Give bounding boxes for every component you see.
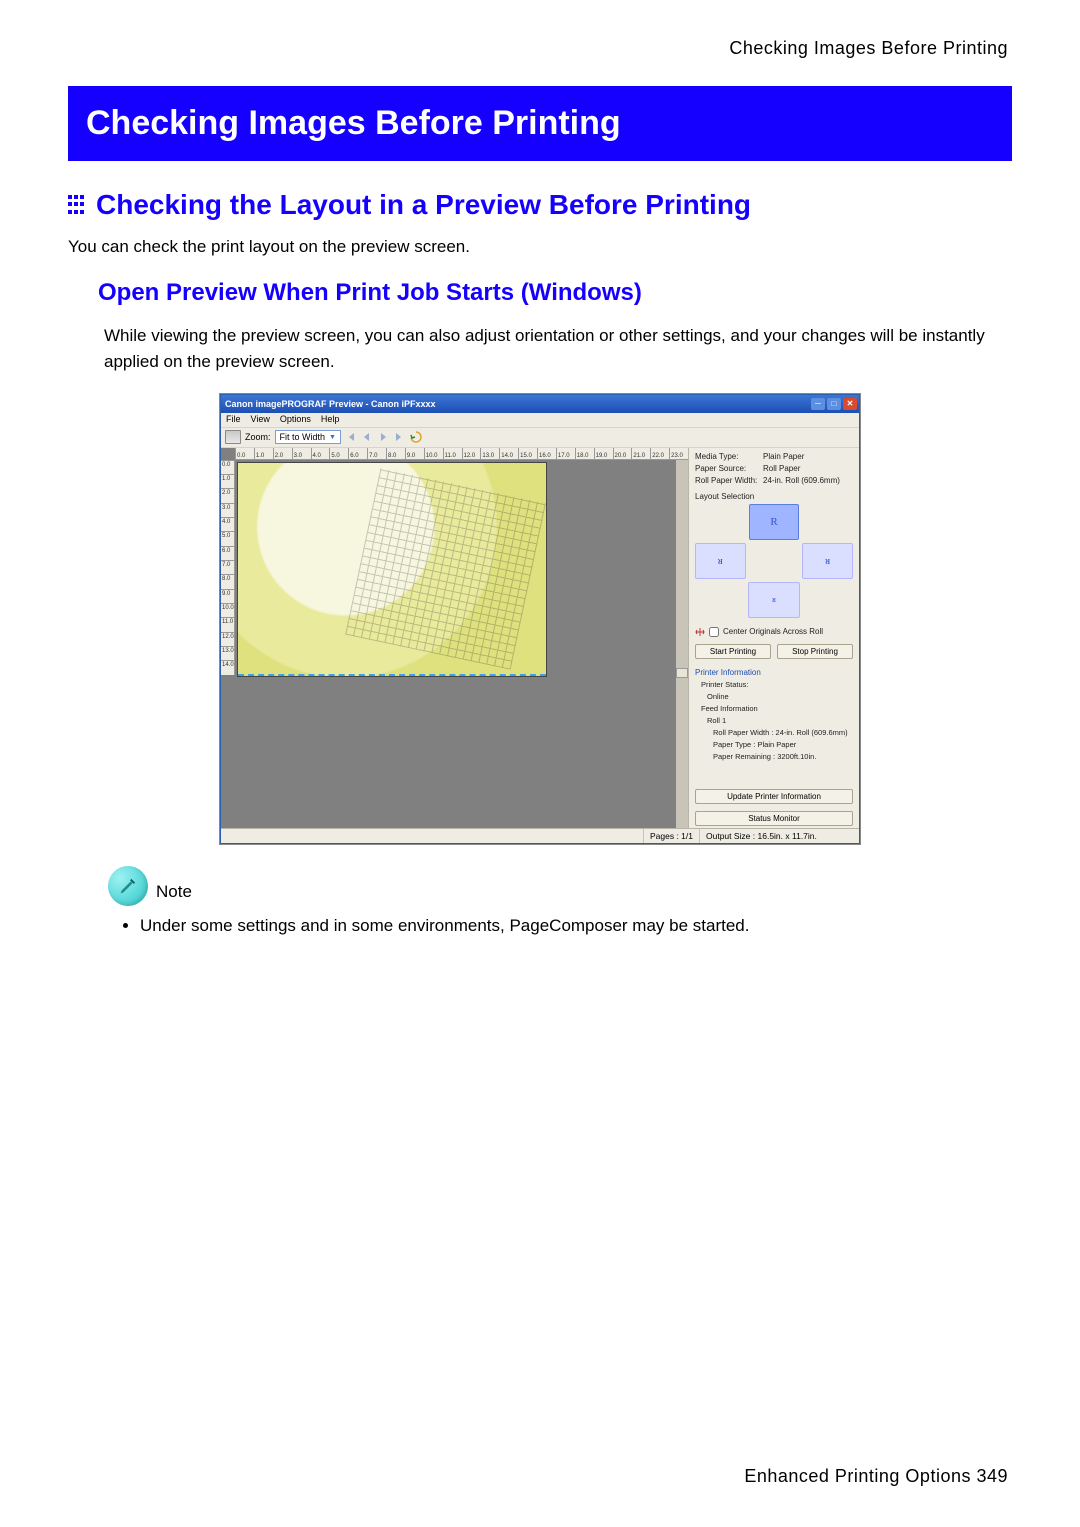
status-pages: Pages : 1/1 <box>643 829 699 843</box>
roll-width-value: 24-in. Roll (609.6mm) <box>763 476 840 485</box>
ruler-vertical: 0.01.02.03.04.05.06.07.08.09.010.011.012… <box>221 460 235 675</box>
center-originals-icon <box>695 627 705 637</box>
menu-view[interactable]: View <box>251 414 270 426</box>
sub-heading: Open Preview When Print Job Starts (Wind… <box>68 279 1012 307</box>
roll1-label: Roll 1 <box>695 716 853 725</box>
ruler-horizontal: 0.01.02.03.04.05.06.07.08.09.010.011.012… <box>235 448 688 460</box>
printer-info-heading: Printer Information <box>695 668 853 677</box>
titlebar: Canon imagePROGRAF Preview - Canon iPFxx… <box>221 395 859 413</box>
nav-prev-button[interactable] <box>361 431 373 443</box>
scroll-down-button[interactable] <box>676 668 688 678</box>
section-heading-text: Checking the Layout in a Preview Before … <box>96 189 751 221</box>
scrollbar-vertical[interactable] <box>676 460 688 828</box>
note-pen-icon <box>108 866 148 906</box>
zoom-value: Fit to Width <box>280 432 326 442</box>
side-panel: Media Type:Plain Paper Paper Source:Roll… <box>689 448 859 828</box>
menubar: File View Options Help <box>221 413 859 428</box>
maximize-button[interactable]: □ <box>827 398 841 410</box>
status-monitor-button[interactable]: Status Monitor <box>695 811 853 826</box>
zoom-combo[interactable]: Fit to Width ▼ <box>275 430 341 444</box>
feed-paper-type: Paper Type : Plain Paper <box>695 740 853 749</box>
sub-body-text: While viewing the preview screen, you ca… <box>68 323 1012 376</box>
page-header-right: Checking Images Before Printing <box>729 38 1008 59</box>
menu-help[interactable]: Help <box>321 414 340 426</box>
statusbar: Pages : 1/1 Output Size : 16.5in. x 11.7… <box>221 828 859 843</box>
chevron-down-icon: ▼ <box>329 434 336 441</box>
printer-status-label: Printer Status: <box>701 680 749 689</box>
body-text-1: You can check the print layout on the pr… <box>68 237 1012 257</box>
paper-source-value: Roll Paper <box>763 464 800 473</box>
start-printing-button[interactable]: Start Printing <box>695 644 771 659</box>
menu-options[interactable]: Options <box>280 414 311 426</box>
page-footer-right: Enhanced Printing Options 349 <box>744 1466 1008 1487</box>
layout-opt-portrait-bottom[interactable]: ᴚ <box>748 582 800 618</box>
paper-source-label: Paper Source: <box>695 464 763 473</box>
menu-file[interactable]: File <box>226 414 241 426</box>
grid-icon <box>68 195 88 215</box>
preview-canvas-pane: 0.01.02.03.04.05.06.07.08.09.010.011.012… <box>221 448 689 828</box>
nav-first-button[interactable] <box>345 431 357 443</box>
layout-opt-rotate-left[interactable]: ᴚ <box>695 543 746 579</box>
nav-next-button[interactable] <box>377 431 389 443</box>
note-item-1: Under some settings and in some environm… <box>140 916 1012 936</box>
rotate-button[interactable] <box>409 430 423 444</box>
page-preview <box>237 462 547 677</box>
center-originals-label: Center Originals Across Roll <box>723 627 823 636</box>
update-printer-info-button[interactable]: Update Printer Information <box>695 789 853 804</box>
center-originals-checkbox[interactable] <box>709 627 719 637</box>
close-button[interactable]: ✕ <box>843 398 857 410</box>
feed-roll-width: Roll Paper Width : 24-in. Roll (609.6mm) <box>695 728 853 737</box>
roll-width-label: Roll Paper Width: <box>695 476 763 485</box>
section-heading: Checking the Layout in a Preview Before … <box>68 189 1012 221</box>
app-body: 0.01.02.03.04.05.06.07.08.09.010.011.012… <box>221 448 859 828</box>
chapter-title-band: Checking Images Before Printing <box>68 86 1012 161</box>
canvas-area[interactable] <box>235 460 676 828</box>
minimize-button[interactable]: ─ <box>811 398 825 410</box>
nav-last-button[interactable] <box>393 431 405 443</box>
app-window: Canon imagePROGRAF Preview - Canon iPFxx… <box>220 394 860 844</box>
status-output-size: Output Size : 16.5in. x 11.7in. <box>699 829 859 843</box>
window-title: Canon imagePROGRAF Preview - Canon iPFxx… <box>225 399 436 409</box>
layout-opt-portrait-top[interactable]: R <box>749 504 800 540</box>
layout-selection-label: Layout Selection <box>695 492 853 501</box>
feed-info-label: Feed Information <box>695 704 853 713</box>
note-label: Note <box>156 882 192 906</box>
embedded-screenshot: Canon imagePROGRAF Preview - Canon iPFxx… <box>68 394 1012 844</box>
printer-icon[interactable] <box>225 430 241 444</box>
feed-remaining: Paper Remaining : 3200ft.10in. <box>695 752 853 761</box>
stop-printing-button[interactable]: Stop Printing <box>777 644 853 659</box>
media-type-value: Plain Paper <box>763 452 804 461</box>
layout-options: R ᴚ ᴚ <box>695 504 853 579</box>
zoom-label: Zoom: <box>245 432 271 442</box>
media-type-label: Media Type: <box>695 452 763 461</box>
layout-opt-rotate-right[interactable]: ᴚ <box>802 543 853 579</box>
printer-status-value: Online <box>695 692 853 701</box>
toolbar: Zoom: Fit to Width ▼ <box>221 428 859 448</box>
note-block: Note Under some settings and in some env… <box>68 866 1012 936</box>
